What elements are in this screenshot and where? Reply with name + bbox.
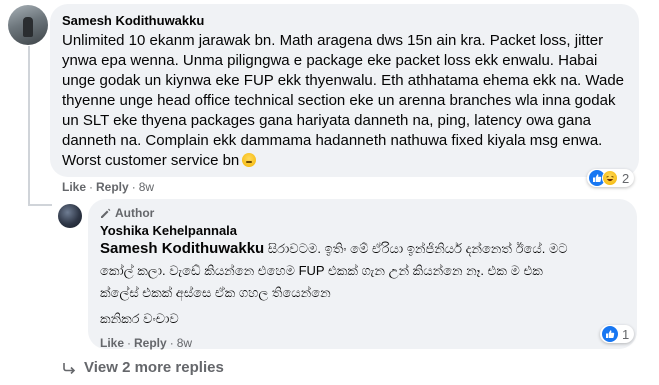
reply-mention-link[interactable]: Samesh Kodithuwakku [100, 240, 264, 257]
comment-line-4: thyenne unge head office technical secti… [62, 92, 616, 109]
thread-connector-branch [28, 204, 52, 206]
author-badge: Author [100, 206, 154, 220]
reply-line-4: කනිකර වංචාව [100, 311, 179, 326]
view-more-replies-link[interactable]: View 2 more replies [62, 359, 224, 376]
reply-line-2: කෝල් කලා. වැඩේ කියන්නෙ එහෙම FUP එකක් ගැන… [100, 263, 543, 278]
comment-line-1: Unlimited 10 ekanm jarawak bn. Math arag… [62, 32, 604, 49]
reply-arrow-icon [63, 362, 76, 374]
reply-timestamp[interactable]: 8w [177, 336, 192, 350]
comment-author-name[interactable]: Samesh Kodithuwakku [62, 13, 204, 28]
reply-avatar[interactable] [58, 204, 82, 228]
comment-reactions[interactable]: 2 [587, 169, 635, 187]
reply-actions: Like · Reply · 8w [100, 336, 193, 350]
view-more-replies-label: View 2 more replies [84, 359, 224, 376]
reply-line-1: Samesh Kodithuwakku සිරාවටම. ඉතිං මේ ඒරි… [100, 239, 568, 259]
reply-author-name[interactable]: Yoshika Kehelpannala [100, 223, 237, 238]
pencil-icon [101, 208, 111, 218]
comment-timestamp[interactable]: 8w [139, 180, 154, 194]
comment-actions: Like · Reply · 8w [62, 180, 155, 194]
author-badge-label: Author [115, 206, 155, 220]
reply-reaction-count: 1 [622, 326, 630, 342]
reply-bubble: Author Yoshika Kehelpannala Samesh Kodit… [88, 199, 637, 349]
reply-line-3: ක්ලේස් එකක් අස්සෙ ඒක ගහල තියෙන්නෙ [100, 285, 331, 300]
comment-line-6: danneth na. Complain ekk dammama hadanne… [62, 132, 603, 149]
comment-line-5: un SLT eke thyena packages gana hariyata… [62, 112, 591, 129]
comment-reply-link[interactable]: Reply [96, 180, 129, 194]
commenter-avatar[interactable] [8, 5, 48, 45]
reply-reactions[interactable]: 1 [600, 325, 635, 343]
haha-icon [602, 170, 618, 186]
reply-reply-link[interactable]: Reply [134, 336, 167, 350]
comment-like-link[interactable]: Like [62, 180, 86, 194]
comment-line-7: Worst customer service bn [62, 151, 257, 171]
reply-like-link[interactable]: Like [100, 336, 124, 350]
comment-line-3: unge godak un kiynwa eke FUP ekk thyenwa… [62, 72, 625, 89]
comment-bubble: Samesh Kodithuwakku Unlimited 10 ekanm j… [50, 4, 639, 177]
thread-connector-line [28, 46, 30, 206]
comment-line-7-text: Worst customer service bn [62, 152, 240, 169]
comment-line-2: ynwa epa wenna. Unma piligngwa e package… [62, 52, 598, 69]
reply-line-1-text: සිරාවටම. ඉතිං මේ ඒරියා ඉන්ජිනියර් දන්නෙත… [264, 241, 568, 256]
comment-reaction-count: 2 [622, 170, 630, 186]
sweat-smile-emoji-icon [242, 153, 257, 167]
reply-like-icon [602, 326, 618, 342]
